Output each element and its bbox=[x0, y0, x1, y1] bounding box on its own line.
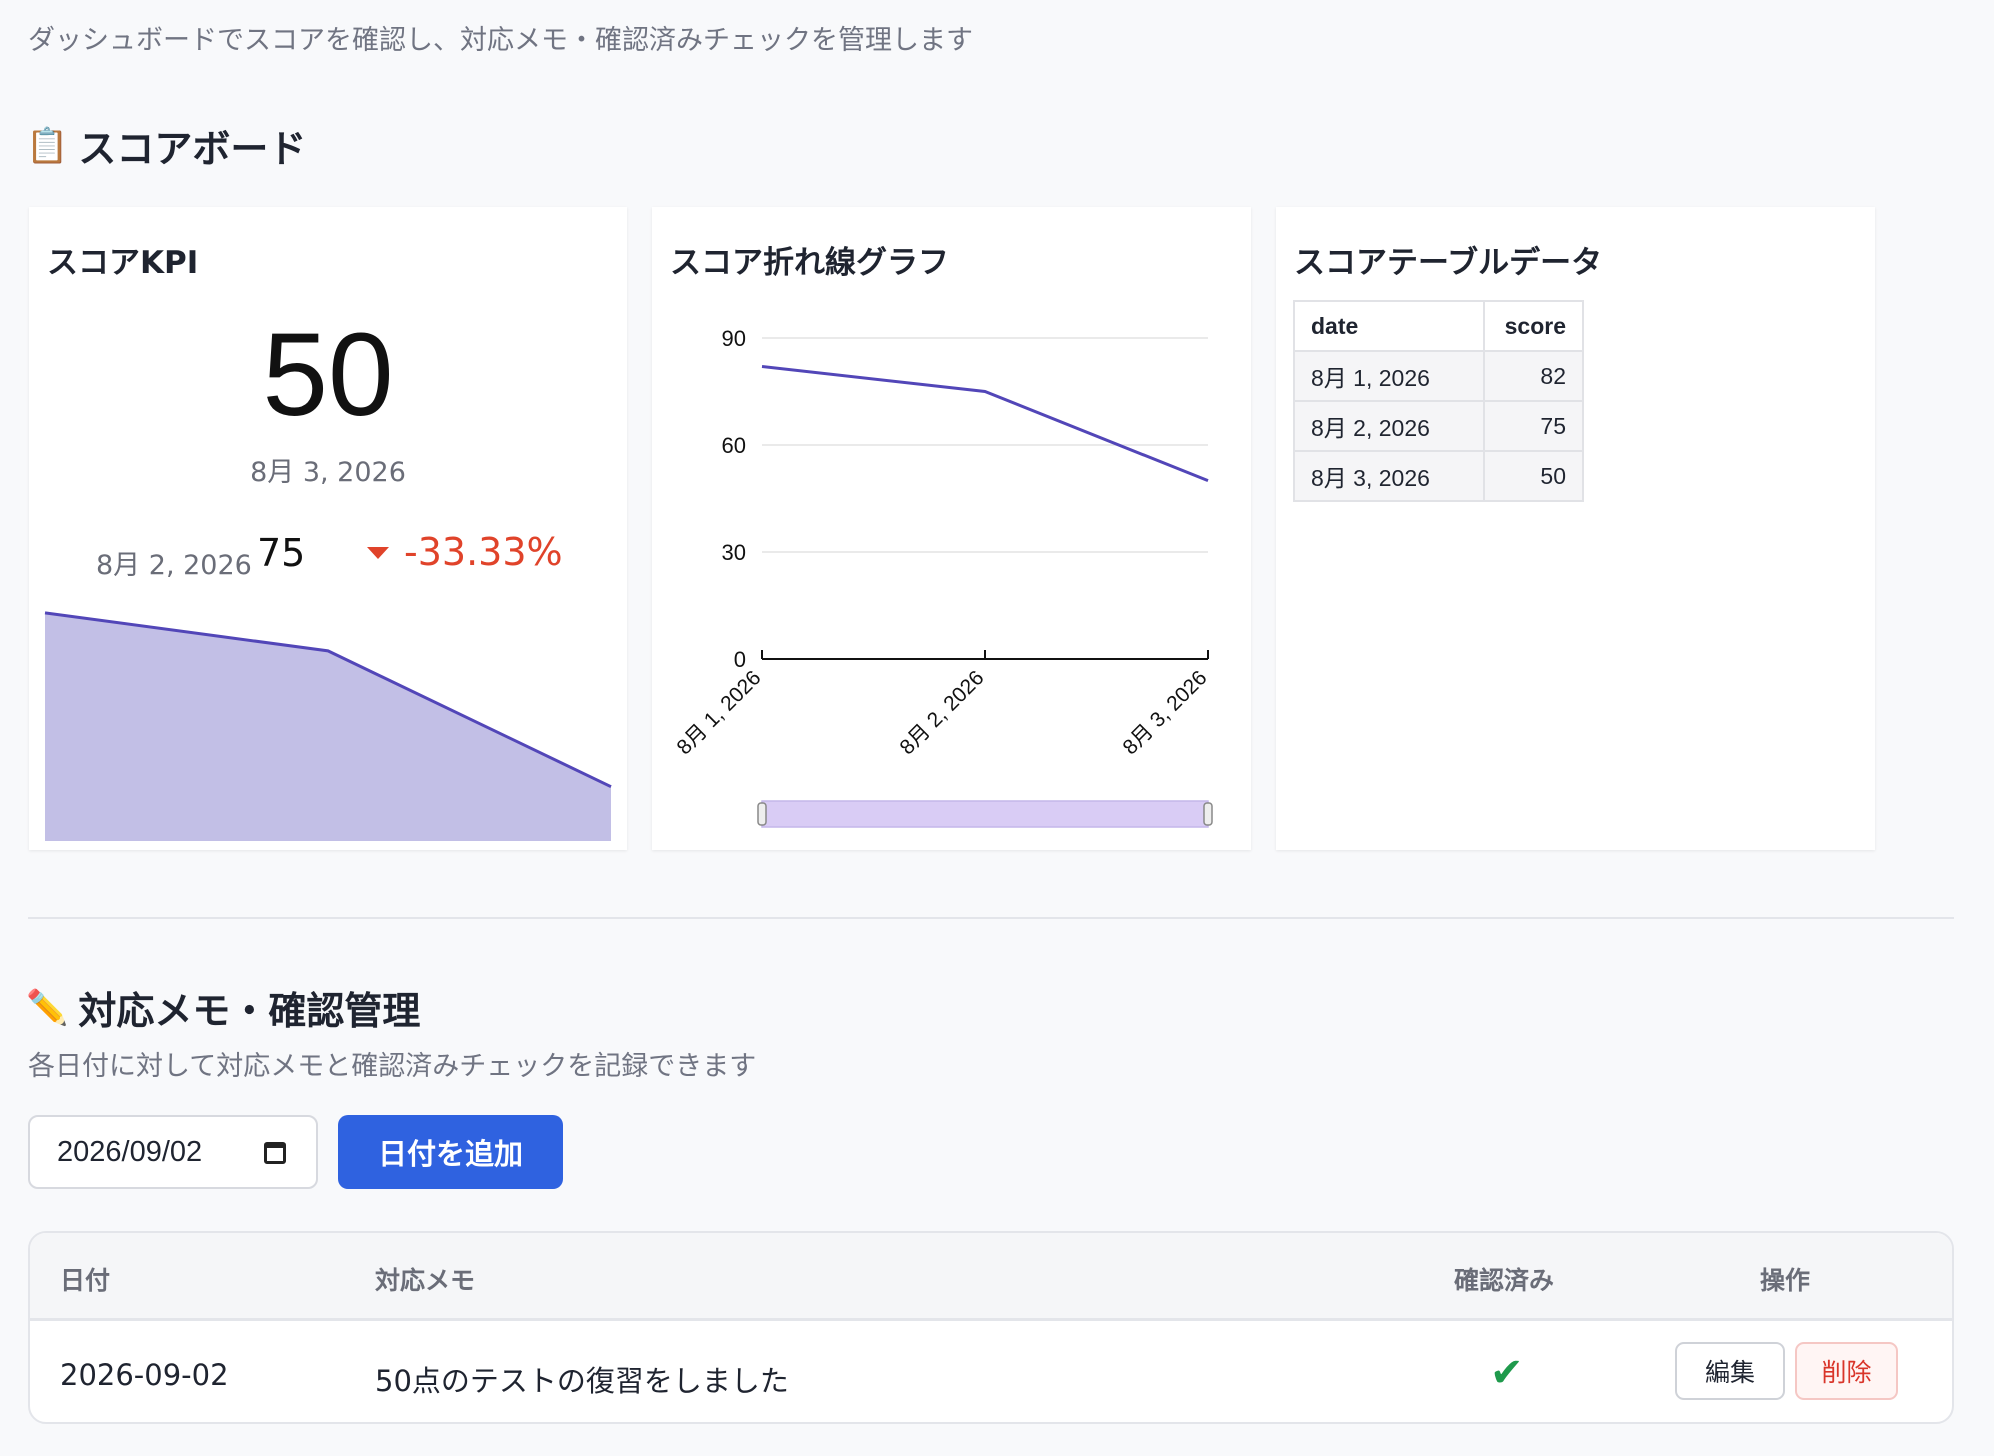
x-tick-label: 8月 3, 2026 bbox=[1118, 666, 1211, 759]
column-header-checked: 確認済み bbox=[1454, 1266, 1555, 1295]
triangle-down-icon bbox=[367, 547, 389, 559]
scoreboard-heading: 📋 スコアボード bbox=[26, 118, 306, 173]
x-tick-label: 8月 1, 2026 bbox=[672, 666, 765, 759]
table-row: 8月 3, 2026 50 bbox=[1293, 450, 1584, 502]
kpi-sparkline bbox=[44, 611, 612, 841]
kpi-previous-value: 75 bbox=[257, 531, 306, 575]
x-tick-label: 8月 2, 2026 bbox=[895, 666, 988, 759]
add-date-button[interactable]: 日付を追加 bbox=[338, 1115, 563, 1189]
date-input[interactable]: 2026/09/02 bbox=[28, 1115, 318, 1189]
memo-heading-text: 対応メモ・確認管理 bbox=[78, 989, 421, 1033]
memo-heading: ✏️ 対応メモ・確認管理 bbox=[26, 980, 420, 1035]
table-card: スコアテーブルデータ date score 8月 1, 2026 82 8月 2… bbox=[1276, 207, 1875, 850]
clipboard-icon: 📋 bbox=[26, 125, 69, 166]
kpi-card: スコアKPI 50 8月 3, 2026 8月 2, 2026 75 -33.3… bbox=[29, 207, 627, 850]
page-subtitle: ダッシュボードでスコアを確認し、対応メモ・確認済みチェックを管理します bbox=[28, 25, 973, 56]
range-handle-right[interactable] bbox=[1203, 802, 1213, 826]
column-header-actions: 操作 bbox=[1760, 1266, 1811, 1295]
memo-subtitle: 各日付に対して対応メモと確認済みチェックを記録できます bbox=[28, 1051, 757, 1082]
kpi-value: 50 bbox=[262, 309, 394, 441]
table-cell-date: 8月 1, 2026 bbox=[1293, 350, 1485, 402]
table-header-score: score bbox=[1483, 300, 1584, 352]
range-handle-left[interactable] bbox=[757, 802, 767, 826]
y-tick-label: 0 bbox=[734, 647, 746, 672]
table-row: 8月 1, 2026 82 bbox=[1293, 350, 1584, 402]
y-tick-label: 60 bbox=[722, 433, 746, 458]
row-memo[interactable]: 50点のテストの復習をしました bbox=[375, 1358, 789, 1400]
checkmark-icon[interactable]: ✔ bbox=[1490, 1350, 1524, 1396]
y-tick-label: 90 bbox=[722, 326, 746, 351]
section-divider bbox=[28, 917, 1954, 919]
pencil-icon: ✏️ bbox=[26, 987, 69, 1028]
table-title: スコアテーブルデータ bbox=[1294, 245, 1603, 281]
series-line bbox=[761, 365, 1209, 483]
edit-button[interactable]: 編集 bbox=[1675, 1342, 1785, 1400]
table-cell-score: 50 bbox=[1483, 450, 1584, 502]
table-cell-score: 75 bbox=[1483, 400, 1584, 452]
table-cell-score: 82 bbox=[1483, 350, 1584, 402]
kpi-previous-date: 8月 2, 2026 bbox=[96, 550, 252, 581]
line-chart: 0 30 60 90 8月 1, 2026 8月 2, 2026 8月 3, 2026 bbox=[672, 326, 1213, 828]
score-table: date score 8月 1, 2026 82 8月 2, 2026 75 8… bbox=[1293, 300, 1584, 502]
delete-button[interactable]: 削除 bbox=[1795, 1342, 1898, 1400]
column-header-date: 日付 bbox=[60, 1266, 111, 1295]
table-cell-date: 8月 3, 2026 bbox=[1293, 450, 1485, 502]
memo-table: 日付 対応メモ 確認済み 操作 2026-09-02 50点のテストの復習をしま… bbox=[28, 1231, 1954, 1424]
calendar-icon[interactable] bbox=[264, 1142, 286, 1164]
y-tick-label: 30 bbox=[722, 540, 746, 565]
kpi-delta: -33.33% bbox=[404, 530, 563, 574]
sparkline-area bbox=[45, 612, 611, 841]
column-header-memo: 対応メモ bbox=[375, 1266, 476, 1295]
row-date: 2026-09-02 bbox=[60, 1358, 229, 1392]
table-header-date: date bbox=[1293, 300, 1485, 352]
table-cell-date: 8月 2, 2026 bbox=[1293, 400, 1485, 452]
scoreboard-heading-text: スコアボード bbox=[78, 127, 307, 171]
kpi-title: スコアKPI bbox=[47, 245, 199, 281]
memo-table-header: 日付 対応メモ 確認済み 操作 bbox=[30, 1233, 1952, 1321]
line-chart-card: スコア折れ線グラフ 0 30 60 90 8月 1, 2026 8月 2, 2026 8月 … bbox=[652, 207, 1251, 850]
date-input-value: 2026/09/02 bbox=[57, 1135, 203, 1168]
range-slider[interactable] bbox=[761, 800, 1209, 828]
table-row: 8月 2, 2026 75 bbox=[1293, 400, 1584, 452]
kpi-date: 8月 3, 2026 bbox=[250, 457, 406, 488]
